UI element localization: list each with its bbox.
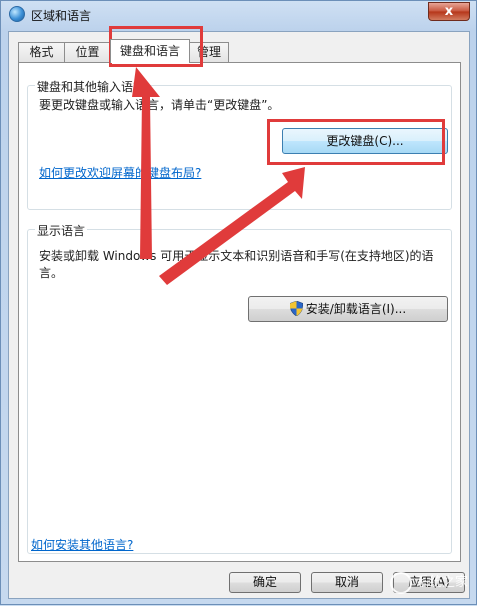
tab-panel: 键盘和其他输入语言 要更改键盘或输入语言，请单击“更改键盘”。 更改键盘(C).… <box>18 62 461 562</box>
tab-keyboards-languages[interactable]: 键盘和语言 <box>110 39 190 63</box>
watermark-logo-icon <box>389 571 412 594</box>
globe-icon <box>9 6 25 22</box>
tab-administrative[interactable]: 管理 <box>189 42 229 62</box>
display-language-description-line2: 言。 <box>39 266 64 280</box>
keyboard-description: 要更改键盘或输入语言，请单击“更改键盘”。 <box>39 98 280 112</box>
display-language-description-line1: 安装或卸载 Windows 可用于显示文本和识别语音和手写(在支持地区)的语 <box>39 249 434 263</box>
display-language-group-label: 显示语言 <box>35 222 88 239</box>
install-other-languages-link[interactable]: 如何安装其他语言? <box>31 536 133 553</box>
uac-shield-icon <box>289 301 303 316</box>
window-title: 区域和语言 <box>31 9 92 23</box>
change-keyboard-button[interactable]: 更改键盘(C)... <box>282 128 448 154</box>
tab-formats[interactable]: 格式 <box>18 42 65 62</box>
region-language-dialog: 区域和语言 x 格式 位置 键盘和语言 管理 键盘和其他输入语言 要更改键盘或输… <box>0 0 477 605</box>
title-bar[interactable]: 区域和语言 x <box>1 1 476 29</box>
keyboard-group-label: 键盘和其他输入语言 <box>35 78 148 95</box>
keyboard-group: 键盘和其他输入语言 要更改键盘或输入语言，请单击“更改键盘”。 更改键盘(C).… <box>27 78 452 210</box>
install-uninstall-language-button[interactable]: 安装/卸载语言(I)... <box>248 296 448 322</box>
watermark-text: 系统之家 <box>415 575 468 590</box>
dialog-client-area: 格式 位置 键盘和语言 管理 键盘和其他输入语言 要更改键盘或输入语言，请单击“… <box>8 31 470 599</box>
welcome-screen-keyboard-link[interactable]: 如何更改欢迎屏幕的键盘布局? <box>39 164 201 181</box>
tab-location[interactable]: 位置 <box>64 42 111 62</box>
install-button-label: 安装/卸载语言(I)... <box>305 302 407 316</box>
display-language-group: 显示语言 安装或卸载 Windows 可用于显示文本和识别语音和手写(在支持地区… <box>27 222 452 554</box>
close-button[interactable]: x <box>428 2 470 21</box>
ok-button[interactable]: 确定 <box>229 572 301 593</box>
watermark: 系统之家 <box>328 570 468 596</box>
